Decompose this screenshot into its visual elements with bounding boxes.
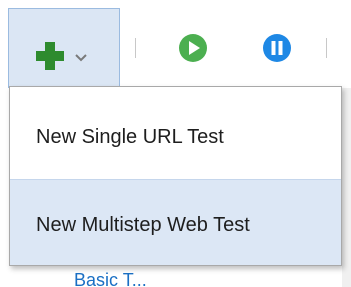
toolbar-separator (326, 38, 327, 58)
pause-button[interactable] (262, 33, 292, 63)
add-test-button[interactable] (8, 8, 120, 88)
toolbar-separator (135, 38, 136, 58)
pause-icon (262, 34, 292, 67)
app-window: Basic T... New Single URL Test New Multi… (0, 0, 351, 287)
chevron-down-icon (75, 49, 87, 67)
background-panel (342, 88, 351, 287)
toolbar (0, 0, 351, 88)
play-icon (178, 34, 208, 67)
menu-item-label: New Single URL Test (36, 126, 224, 148)
menu-item-new-single-url-test[interactable]: New Single URL Test (10, 87, 341, 179)
add-test-dropdown-menu: New Single URL Test New Multistep Web Te… (9, 86, 342, 266)
plus-icon (33, 39, 67, 78)
menu-item-label: New Multistep Web Test (36, 214, 250, 236)
menu-item-new-multistep-web-test[interactable]: New Multistep Web Test (10, 179, 341, 265)
background-link-partial: Basic T... (74, 270, 147, 287)
run-button[interactable] (178, 33, 208, 63)
